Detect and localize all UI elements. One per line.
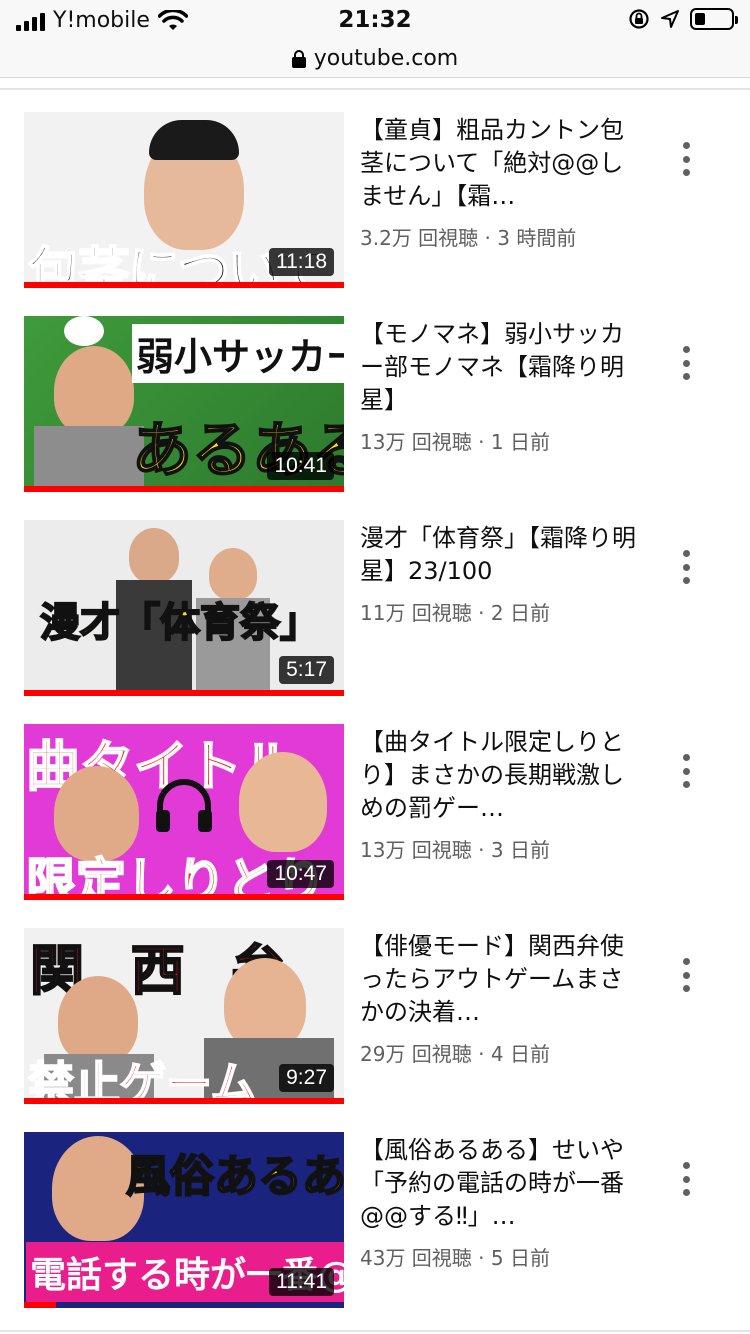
video-title[interactable]: 【モノマネ】弱小サッカー部モノマネ【霜降り明星】 bbox=[360, 318, 640, 417]
video-thumbnail[interactable]: 曲タイトル 限定しりとり 10:47 bbox=[24, 724, 344, 900]
thumbnail-jacket bbox=[34, 426, 144, 492]
video-meta: 3.2万 回視聴 · 3 時間前 bbox=[360, 226, 577, 250]
video-item[interactable]: 曲タイトル 限定しりとり 10:47 【曲タイトル限定しりとり】まさかの長期戦激… bbox=[0, 704, 750, 904]
thumbnail-caption: 漫才「体育祭」 bbox=[39, 599, 321, 647]
watch-progress bbox=[24, 1098, 344, 1104]
status-bar: Y!mobile 21:32 bbox=[0, 0, 750, 40]
video-title[interactable]: 【俳優モード】関西弁使ったらアウトゲームまさかの決着… bbox=[360, 930, 640, 1029]
thumbnail-person bbox=[224, 958, 306, 1050]
video-duration: 5:17 bbox=[279, 656, 334, 684]
watch-progress bbox=[24, 1302, 56, 1308]
video-thumbnail[interactable]: 関 西 弁 禁止ゲーム 9:27 bbox=[24, 928, 344, 1104]
watch-progress bbox=[24, 894, 344, 900]
more-options-icon[interactable] bbox=[670, 1156, 702, 1202]
divider bbox=[0, 88, 750, 90]
video-item[interactable]: 関 西 弁 禁止ゲーム 9:27 【俳優モード】関西弁使ったらアウトゲームまさか… bbox=[0, 908, 750, 1108]
thumbnail-caption-2: 禁止ゲーム bbox=[27, 1056, 258, 1104]
video-meta: 29万 回視聴 · 4 日前 bbox=[360, 1042, 550, 1066]
video-meta: 11万 回視聴 · 2 日前 bbox=[360, 601, 550, 625]
video-thumbnail[interactable]: 漫才「体育祭」 5:17 bbox=[24, 520, 344, 696]
headphones-icon bbox=[156, 779, 212, 832]
upload-age: 3 時間前 bbox=[497, 226, 577, 250]
thumbnail-person bbox=[54, 346, 134, 436]
battery-icon bbox=[690, 8, 738, 30]
video-title[interactable]: 漫才「体育祭」【霜降り明星】23/100 bbox=[360, 522, 640, 588]
video-meta: 13万 回視聴 · 3 日前 bbox=[360, 838, 550, 862]
video-item[interactable]: 包茎について 11:18 【童貞】粗品カントン包茎について「絶対@@しません」【… bbox=[0, 92, 750, 292]
more-options-icon[interactable] bbox=[670, 544, 702, 590]
lock-icon bbox=[291, 49, 306, 68]
status-right bbox=[628, 8, 738, 30]
thumbnail-hair bbox=[149, 120, 239, 160]
thumbnail-person bbox=[239, 752, 327, 852]
video-title[interactable]: 【風俗あるある】せいや「予約の電話の時が一番@@する‼」… bbox=[360, 1134, 640, 1233]
video-duration: 10:47 bbox=[267, 860, 334, 888]
video-title[interactable]: 【曲タイトル限定しりとり】まさかの長期戦激しめの罰ゲー… bbox=[360, 726, 640, 825]
orientation-lock-icon bbox=[629, 9, 649, 29]
video-item[interactable]: 漫才「体育祭」 5:17 漫才「体育祭」【霜降り明星】23/100 11万 回視… bbox=[0, 500, 750, 700]
thumbnail-person bbox=[129, 528, 179, 583]
more-options-icon[interactable] bbox=[670, 340, 702, 386]
upload-age: 3 日前 bbox=[490, 838, 550, 862]
video-duration: 11:18 bbox=[269, 248, 334, 276]
more-options-icon[interactable] bbox=[670, 952, 702, 998]
watch-progress bbox=[24, 486, 344, 492]
video-thumbnail[interactable]: 風俗あるある 電話する時が一番@@ 11:41 bbox=[24, 1132, 344, 1308]
view-count: 11万 回視聴 bbox=[360, 601, 472, 625]
video-item[interactable]: 弱小サッカー部 あるある 10:41 【モノマネ】弱小サッカー部モノマネ【霜降り… bbox=[0, 296, 750, 496]
watch-progress bbox=[24, 690, 344, 696]
more-options-icon[interactable] bbox=[670, 136, 702, 182]
upload-age: 4 日前 bbox=[490, 1042, 550, 1066]
thumbnail-caption: 弱小サッカー部 bbox=[132, 324, 344, 383]
upload-age: 5 日前 bbox=[490, 1246, 550, 1270]
thumbnail-caption: 風俗あるある bbox=[125, 1150, 344, 1203]
watch-progress bbox=[24, 282, 344, 288]
soccer-ball-icon bbox=[64, 316, 104, 346]
video-thumbnail[interactable]: 包茎について 11:18 bbox=[24, 112, 344, 288]
view-count: 13万 回視聴 bbox=[360, 838, 472, 862]
location-icon bbox=[661, 10, 679, 28]
upload-age: 2 日前 bbox=[490, 601, 550, 625]
video-duration: 10:41 bbox=[267, 452, 334, 480]
view-count: 13万 回視聴 bbox=[360, 430, 472, 454]
video-duration: 11:41 bbox=[269, 1268, 334, 1296]
more-options-icon[interactable] bbox=[670, 748, 702, 794]
view-count: 29万 回視聴 bbox=[360, 1042, 472, 1066]
video-title[interactable]: 【童貞】粗品カントン包茎について「絶対@@しません」【霜… bbox=[360, 114, 640, 213]
url-domain: youtube.com bbox=[313, 46, 459, 71]
url-bar[interactable]: youtube.com bbox=[0, 40, 750, 78]
upload-age: 1 日前 bbox=[490, 430, 550, 454]
video-thumbnail[interactable]: 弱小サッカー部 あるある 10:41 bbox=[24, 316, 344, 492]
view-count: 3.2万 回視聴 bbox=[360, 226, 479, 250]
video-meta: 43万 回視聴 · 5 日前 bbox=[360, 1246, 550, 1270]
video-meta: 13万 回視聴 · 1 日前 bbox=[360, 430, 550, 454]
video-item[interactable]: 風俗あるある 電話する時が一番@@ 11:41 【風俗あるある】せいや「予約の電… bbox=[0, 1112, 750, 1312]
divider bbox=[0, 1330, 750, 1332]
video-duration: 9:27 bbox=[279, 1064, 334, 1092]
view-count: 43万 回視聴 bbox=[360, 1246, 472, 1270]
